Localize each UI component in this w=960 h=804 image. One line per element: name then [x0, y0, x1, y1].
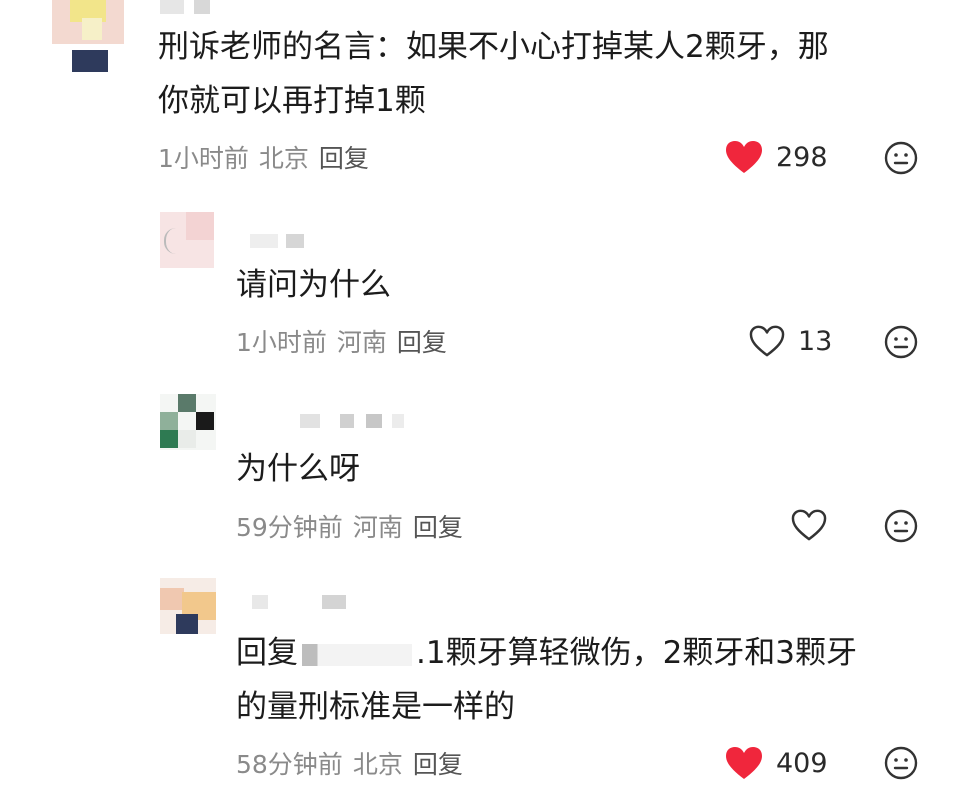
comment-text: 请问为什么 — [236, 267, 391, 303]
avatar[interactable] — [52, 0, 124, 72]
location: 河南 — [352, 513, 403, 542]
username-redacted[interactable] — [300, 414, 410, 428]
neutral-face-icon[interactable] — [884, 746, 918, 780]
timestamp: 1小时前 — [158, 144, 249, 173]
username-redacted[interactable] — [252, 595, 362, 609]
reply-prefix: 回复 — [236, 635, 298, 671]
timestamp: 59分钟前 — [236, 513, 343, 542]
like-button[interactable]: 298 — [724, 139, 828, 175]
like-button[interactable]: 13 — [748, 324, 832, 358]
comment-meta: 58分钟前 北京 回复 — [236, 745, 473, 781]
like-count: 298 — [776, 141, 828, 173]
heart-icon[interactable] — [790, 508, 828, 542]
neutral-face-icon[interactable] — [884, 325, 918, 359]
like-count: 409 — [776, 747, 828, 779]
like-count: 13 — [798, 325, 833, 357]
comment-text: 回复 .1颗牙算轻微伤，2颗牙和3颗牙 的量刑标准是一样的 — [236, 635, 858, 725]
location: 北京 — [352, 750, 403, 779]
mentioned-username-redacted[interactable] — [302, 643, 412, 666]
comment-meta: 1小时前 河南 回复 — [236, 323, 457, 359]
neutral-face-icon[interactable] — [884, 141, 918, 175]
heart-icon[interactable] — [748, 324, 786, 358]
reply-button[interactable]: 回复 — [413, 750, 463, 779]
comment-text: 刑诉老师的名言：如果不小心打掉某人2颗牙，那 你就可以再打掉1颗 — [158, 29, 829, 119]
like-button[interactable]: 409 — [724, 745, 828, 781]
reply-button[interactable]: 回复 — [397, 328, 447, 357]
like-button[interactable] — [790, 508, 840, 542]
heart-icon[interactable] — [724, 139, 764, 175]
timestamp: 1小时前 — [236, 328, 327, 357]
reply-button[interactable]: 回复 — [413, 513, 463, 542]
heart-icon[interactable] — [724, 745, 764, 781]
avatar[interactable] — [160, 578, 216, 634]
username-redacted[interactable] — [160, 0, 260, 14]
comment-text: 为什么呀 — [236, 451, 360, 487]
avatar[interactable] — [160, 212, 214, 268]
neutral-face-icon[interactable] — [884, 509, 918, 543]
reply-button[interactable]: 回复 — [319, 144, 369, 173]
timestamp: 58分钟前 — [236, 750, 343, 779]
location: 北京 — [258, 144, 309, 173]
comment-meta: 59分钟前 河南 回复 — [236, 508, 473, 544]
comment-meta: 1小时前 北京 回复 — [158, 139, 379, 175]
location: 河南 — [336, 328, 387, 357]
username-redacted[interactable] — [250, 234, 310, 248]
avatar[interactable] — [160, 394, 216, 450]
